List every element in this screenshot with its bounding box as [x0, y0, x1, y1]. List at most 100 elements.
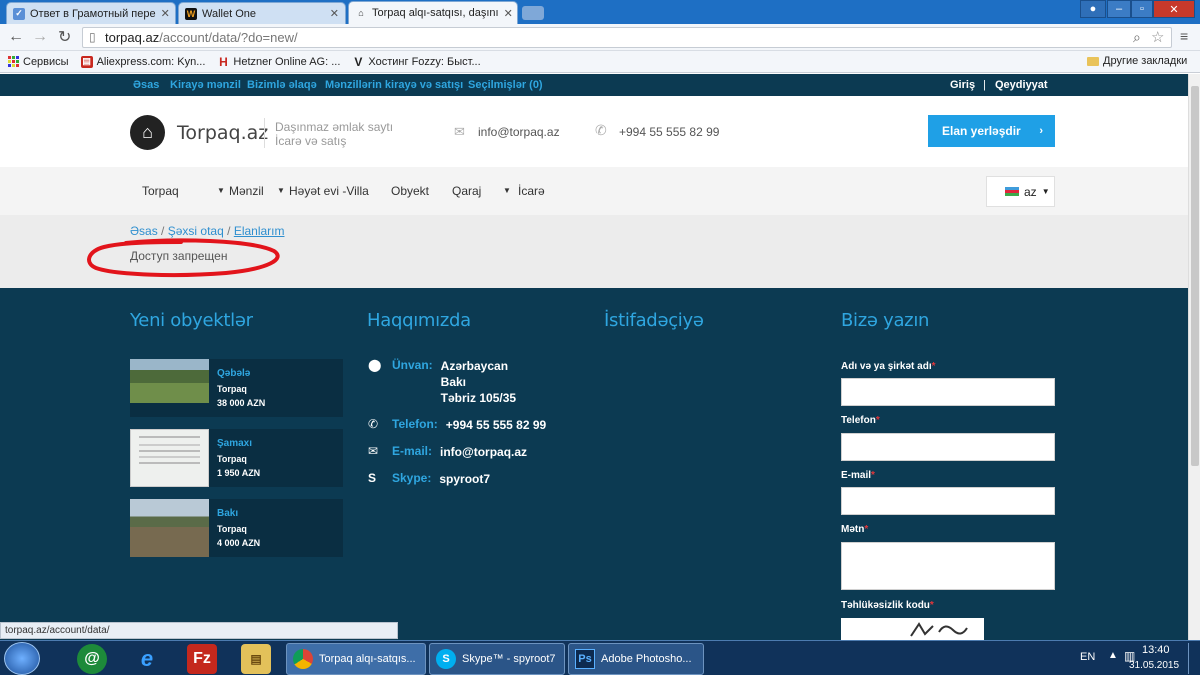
footer-users-title: İstifadəçiyə [604, 310, 704, 331]
close-tab-icon[interactable]: ✕ [330, 7, 339, 20]
mail-agent-icon[interactable]: @ [77, 644, 107, 674]
email-value[interactable]: info@torpaq.az [440, 444, 527, 460]
browser-tab-mail[interactable]: ✓ Ответ в Грамотный пере ✕ [6, 2, 176, 24]
url-path: /account/data/?do=new/ [159, 30, 298, 45]
language-label: az [1024, 184, 1037, 199]
tab-title: Torpaq alqı-satqısı, daşını [372, 7, 499, 19]
bookmark-aliexpress[interactable]: ▤ Aliexpress.com: Kyn... [80, 55, 205, 68]
object-card[interactable]: Bakı Torpaq 4 000 AZN [130, 499, 343, 557]
label-text: Mətn [841, 524, 865, 535]
maximize-icon[interactable]: ▫ [1131, 0, 1153, 18]
captcha-image [841, 618, 984, 640]
topnav-link-contact[interactable]: Bizimlə əlaqə [247, 79, 317, 91]
caret-down-icon: ▼ [277, 186, 285, 195]
other-bookmarks[interactable]: Другие закладки [1087, 55, 1187, 67]
chevron-right-icon: › [1039, 125, 1043, 137]
menu-icon[interactable]: ≡ [1180, 28, 1188, 44]
browser-tab-torpaq[interactable]: ⌂ Torpaq alqı-satqısı, daşını ✕ [348, 1, 518, 24]
internet-explorer-icon[interactable]: e [132, 644, 162, 674]
page-icon: ▯ [89, 30, 96, 44]
tray-arrow-icon[interactable]: ▲ [1108, 650, 1118, 661]
text-field-label: Mətn* [841, 524, 868, 535]
object-card[interactable]: Şamaxı Torpaq 1 950 AZN [130, 429, 343, 487]
object-city[interactable]: Şamaxı [217, 438, 252, 449]
url-text: torpaq.az/account/data/?do=new/ [105, 30, 298, 45]
back-arrow-icon[interactable]: ← [8, 28, 24, 46]
close-tab-icon[interactable]: ✕ [504, 7, 513, 20]
bookmark-apps[interactable]: Сервисы [8, 56, 69, 68]
menu-item-villa[interactable]: Həyət evi -Villa [289, 184, 369, 198]
object-price: 38 000 AZN [217, 398, 266, 408]
required-mark: * [931, 361, 936, 372]
language-select[interactable]: az ▼ [986, 176, 1055, 207]
address-line: Azərbaycan [440, 359, 509, 373]
page-scrollbar[interactable] [1188, 74, 1200, 640]
browser-tab-walletone[interactable]: W Wallet One ✕ [178, 2, 346, 24]
search-icon[interactable]: ⌕ [1133, 29, 1141, 46]
close-tab-icon[interactable]: ✕ [161, 7, 170, 20]
explorer-folder-icon[interactable]: ▤ [241, 644, 271, 674]
new-tab-button[interactable] [522, 6, 544, 20]
bookmark-hetzner[interactable]: H Hetzner Online AG: ... [217, 55, 340, 69]
phone-icon: ✆ [368, 417, 379, 431]
menu-item-torpaq[interactable]: Torpaq [142, 184, 179, 198]
address-bar[interactable]: ▯ torpaq.az/account/data/?do=new/ ⌕ ☆ [82, 27, 1172, 48]
menu-item-qaraj[interactable]: Qaraj [452, 184, 481, 198]
close-window-icon[interactable]: ✕ [1153, 0, 1195, 18]
email-label: E-mail: [392, 444, 433, 458]
input-language[interactable]: EN [1080, 651, 1095, 663]
name-input[interactable] [841, 378, 1055, 406]
scrollbar-thumb[interactable] [1191, 86, 1199, 466]
task-label: Torpaq alqı-satqıs... [319, 653, 416, 665]
object-thumbnail[interactable] [130, 499, 209, 557]
show-desktop-button[interactable] [1188, 643, 1198, 674]
filezilla-icon[interactable]: Fz [187, 644, 217, 674]
label-text: E-mail [841, 470, 872, 481]
object-thumbnail[interactable] [130, 359, 209, 403]
menu-item-icare[interactable]: İcarə [518, 184, 545, 198]
email-field-label: E-mail* [841, 470, 875, 481]
post-ad-button[interactable]: Elan yerləşdir › [928, 115, 1055, 147]
caret-down-icon: ▼ [503, 186, 511, 195]
tagline-2: İcarə və satış [275, 134, 347, 148]
menu-item-menzil[interactable]: Mənzil [229, 184, 264, 198]
contact-skype-row: S Skype: spyroot7 [368, 471, 490, 487]
topnav-link-apartments[interactable]: Mənzillərin kirayə və satışı [325, 79, 463, 91]
clock-date[interactable]: 31.05.2015 [1129, 660, 1179, 671]
start-button-icon[interactable] [4, 642, 40, 675]
menu-item-obyekt[interactable]: Obyekt [391, 184, 429, 198]
object-thumbnail[interactable] [130, 429, 209, 487]
forward-arrow-icon[interactable]: → [32, 28, 48, 46]
register-link[interactable]: Qeydiyyat [995, 79, 1048, 91]
object-city[interactable]: Qəbələ [217, 368, 250, 379]
login-link[interactable]: Giriş [950, 79, 975, 91]
topnav-link-home[interactable]: Əsas [133, 79, 159, 91]
tab-title: Ответ в Грамотный пере [30, 7, 156, 20]
bookmark-fozzy[interactable]: V Хостинг Fozzy: Быст... [352, 55, 480, 69]
minimize-icon[interactable]: – [1107, 0, 1131, 18]
address-line: Təbriz 105/35 [440, 391, 517, 405]
reload-icon[interactable]: ↻ [58, 27, 71, 47]
home-favicon-icon: ⌂ [358, 8, 364, 18]
chrome-icon [293, 649, 313, 669]
bookmark-star-icon[interactable]: ☆ [1151, 28, 1164, 46]
photoshop-icon: Ps [575, 649, 595, 669]
user-icon[interactable]: ● [1080, 0, 1106, 18]
task-chrome[interactable]: Torpaq alqı-satqıs... [286, 643, 426, 675]
email-input[interactable] [841, 487, 1055, 515]
task-photoshop[interactable]: Ps Adobe Photosho... [568, 643, 704, 675]
object-city[interactable]: Bakı [217, 508, 238, 519]
phone-label: Telefon: [392, 417, 438, 431]
task-skype[interactable]: S Skype™ - spyroot7 [429, 643, 565, 675]
phone-input[interactable] [841, 433, 1055, 461]
logo-house-icon[interactable]: ⌂ [130, 115, 165, 150]
message-textarea[interactable] [841, 542, 1055, 590]
topnav-link-rent[interactable]: Kirayə mənzil [170, 79, 241, 91]
object-card[interactable]: Qəbələ Torpaq 38 000 AZN [130, 359, 343, 417]
apps-icon [8, 56, 19, 67]
bookmark-label: Сервисы [23, 55, 69, 68]
clock-time[interactable]: 13:40 [1142, 644, 1170, 656]
topnav-link-favorites[interactable]: Seçilmişlər (0) [468, 79, 543, 91]
captcha-scribble [910, 622, 968, 637]
logo-text[interactable]: Torpaq.az [177, 122, 268, 144]
